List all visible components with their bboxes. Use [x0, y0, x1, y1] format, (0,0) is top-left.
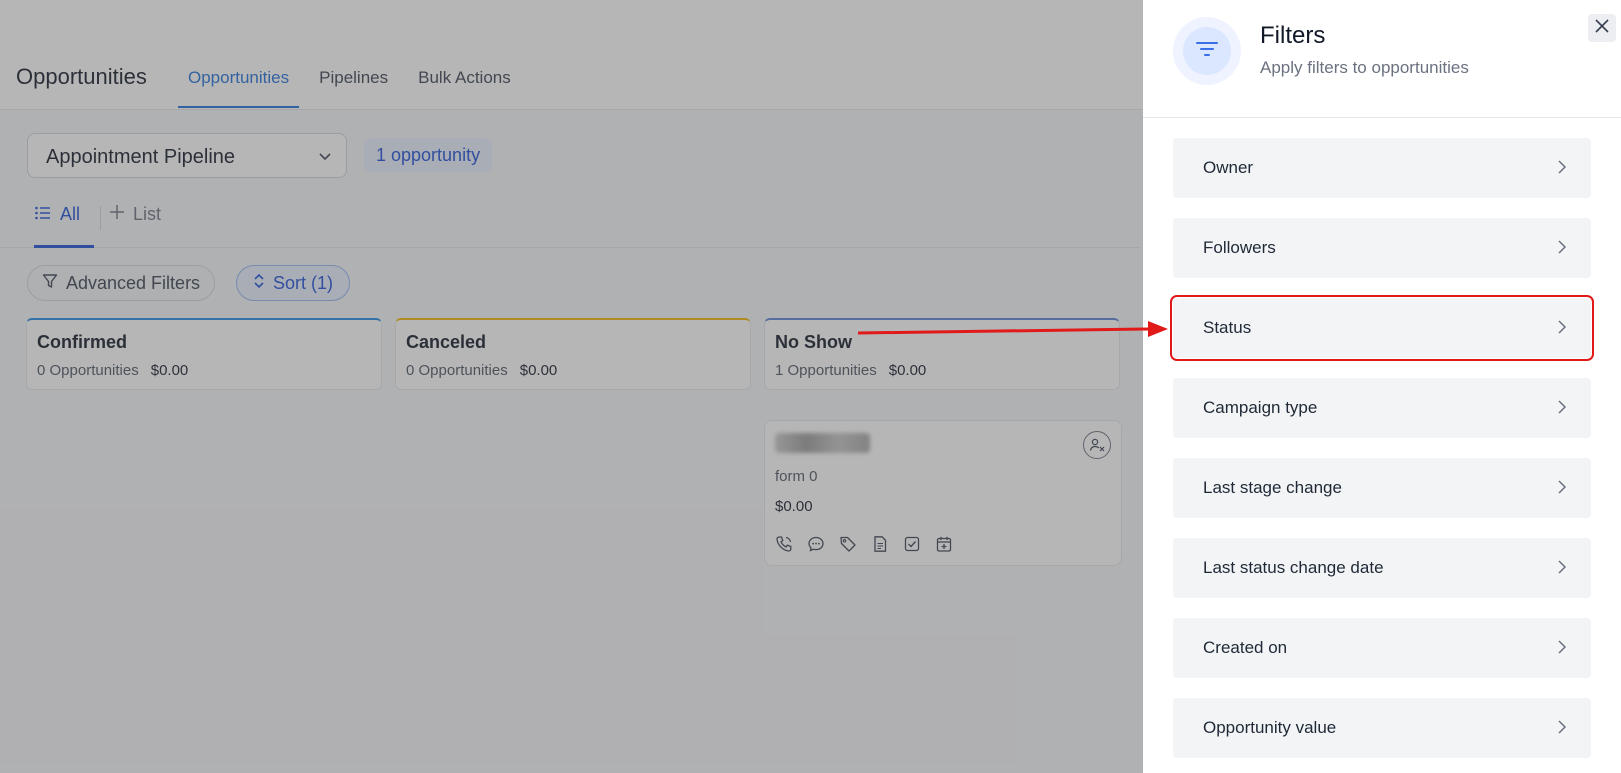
- filter-item-label: Last status change date: [1203, 558, 1384, 577]
- chevron-right-icon: [1557, 240, 1567, 259]
- filter-item-owner[interactable]: Owner: [1173, 138, 1591, 198]
- filters-title: Filters: [1260, 22, 1326, 49]
- chevron-right-icon: [1557, 320, 1567, 339]
- chevron-right-icon: [1557, 720, 1567, 739]
- filter-item-followers[interactable]: Followers: [1173, 218, 1591, 278]
- close-icon: [1594, 18, 1610, 39]
- filter-item-last-stage-change[interactable]: Last stage change: [1173, 458, 1591, 518]
- filter-item-label: Followers: [1203, 238, 1276, 257]
- chevron-right-icon: [1557, 560, 1567, 579]
- filter-list: Owner Followers Status Campaign type Las…: [1170, 138, 1594, 773]
- filter-item-label: Opportunity value: [1203, 718, 1337, 737]
- filter-lines-icon: [1195, 40, 1219, 63]
- filter-item-label: Owner: [1203, 158, 1254, 177]
- close-button[interactable]: [1588, 14, 1616, 42]
- filters-drawer-header: Filters Apply filters to opportunities: [1143, 0, 1621, 118]
- filter-item-label: Created on: [1203, 638, 1288, 657]
- modal-backdrop[interactable]: [0, 0, 1143, 773]
- filter-item-label: Last stage change: [1203, 478, 1342, 497]
- filter-item-label: Status: [1203, 318, 1252, 337]
- filters-drawer: Filters Apply filters to opportunities O…: [1143, 0, 1621, 773]
- filter-item-created-on[interactable]: Created on: [1173, 618, 1591, 678]
- chevron-right-icon: [1557, 640, 1567, 659]
- filter-item-label: Campaign type: [1203, 398, 1318, 417]
- filter-icon-badge: [1173, 17, 1241, 85]
- chevron-right-icon: [1557, 400, 1567, 419]
- filter-item-campaign-type[interactable]: Campaign type: [1173, 378, 1591, 438]
- filter-item-status[interactable]: Status: [1170, 295, 1594, 361]
- filter-item-opportunity-value[interactable]: Opportunity value: [1173, 698, 1591, 758]
- chevron-right-icon: [1557, 480, 1567, 499]
- filter-item-last-status-change-date[interactable]: Last status change date: [1173, 538, 1591, 598]
- chevron-right-icon: [1557, 160, 1567, 179]
- filters-subtitle: Apply filters to opportunities: [1260, 58, 1469, 77]
